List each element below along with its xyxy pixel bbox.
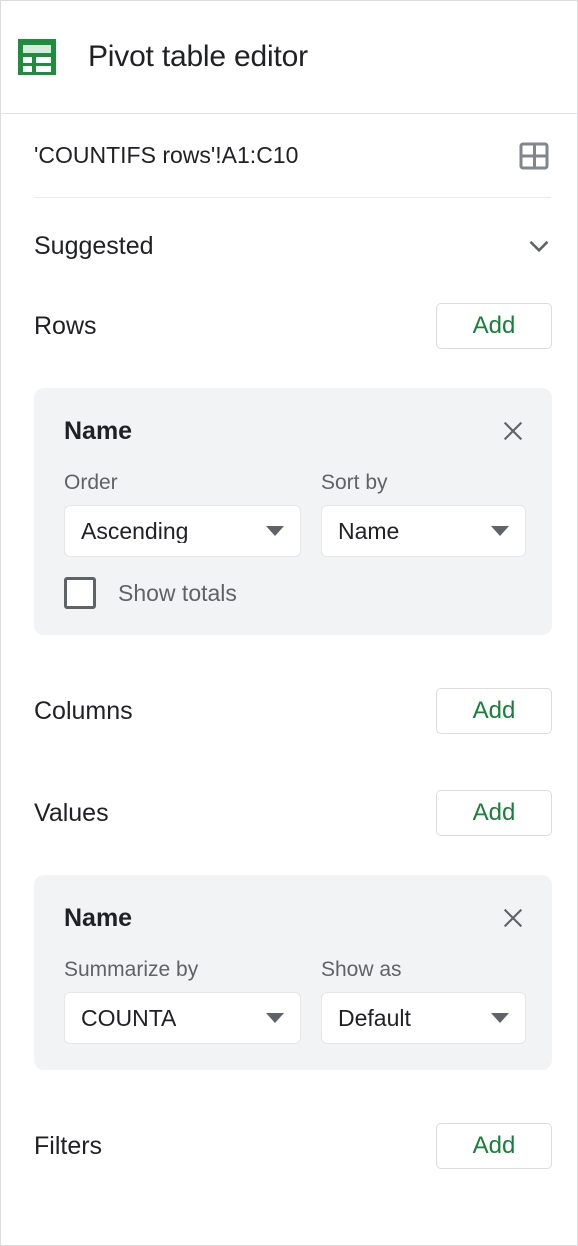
values-field-controls: Summarize by COUNTA Show as Default (64, 959, 526, 1044)
rows-section-header: Rows Add (1, 294, 577, 358)
values-showas-group: Show as Default (321, 959, 526, 1044)
rows-sortby-select[interactable]: Name (321, 505, 526, 557)
rows-sortby-value: Name (338, 520, 399, 543)
rows-section-title: Rows (34, 314, 97, 339)
values-showas-select[interactable]: Default (321, 992, 526, 1044)
chevron-down-icon (266, 1013, 284, 1023)
values-section-title: Values (34, 801, 109, 826)
rows-field-name: Name (64, 419, 132, 444)
rows-order-value: Ascending (81, 520, 188, 543)
values-summarize-select[interactable]: COUNTA (64, 992, 301, 1044)
chevron-down-icon (491, 526, 509, 536)
panel-header: Pivot table editor (1, 1, 577, 114)
values-field-header: Name (64, 897, 526, 939)
columns-section-header: Columns Add (1, 679, 577, 743)
rows-field-header: Name (64, 410, 526, 452)
rows-sortby-label: Sort by (321, 472, 526, 493)
values-section-header: Values Add (1, 781, 577, 845)
data-range-section (1, 114, 577, 198)
rows-order-select[interactable]: Ascending (64, 505, 301, 557)
close-icon[interactable] (500, 905, 526, 931)
chevron-down-icon (266, 526, 284, 536)
select-range-grid-icon[interactable] (517, 139, 551, 173)
chevron-down-icon (491, 1013, 509, 1023)
pivot-table-editor-panel: Pivot table editor Suggested Rows Add Na… (0, 0, 578, 1246)
values-field-name: Name (64, 906, 132, 931)
rows-order-group: Order Ascending (64, 472, 301, 557)
filters-section-title: Filters (34, 1134, 102, 1159)
rows-show-totals-checkbox[interactable] (64, 577, 96, 609)
columns-add-button[interactable]: Add (436, 688, 552, 734)
rows-field-card: Name Order Ascending Sort by Name (34, 388, 552, 635)
pivot-table-icon (17, 38, 57, 76)
rows-field-controls: Order Ascending Sort by Name (64, 472, 526, 557)
rows-add-button[interactable]: Add (436, 303, 552, 349)
values-showas-label: Show as (321, 959, 526, 980)
values-showas-value: Default (338, 1007, 411, 1030)
values-field-card: Name Summarize by COUNTA Show as Default (34, 875, 552, 1070)
page-title: Pivot table editor (88, 42, 308, 72)
values-summarize-group: Summarize by COUNTA (64, 959, 301, 1044)
chevron-down-icon[interactable] (526, 233, 552, 259)
values-add-button[interactable]: Add (436, 790, 552, 836)
rows-show-totals-row[interactable]: Show totals (64, 577, 526, 609)
rows-order-label: Order (64, 472, 301, 493)
close-icon[interactable] (500, 418, 526, 444)
filters-add-button[interactable]: Add (436, 1123, 552, 1169)
data-range-input[interactable] (34, 142, 434, 169)
rows-show-totals-label: Show totals (118, 582, 237, 605)
suggested-section-toggle[interactable]: Suggested (34, 198, 554, 294)
columns-section-title: Columns (34, 699, 133, 724)
rows-sortby-group: Sort by Name (321, 472, 526, 557)
values-summarize-label: Summarize by (64, 959, 301, 980)
data-range-row (34, 114, 551, 198)
values-summarize-value: COUNTA (81, 1007, 176, 1030)
suggested-label: Suggested (34, 234, 154, 259)
filters-section-header: Filters Add (1, 1114, 577, 1178)
